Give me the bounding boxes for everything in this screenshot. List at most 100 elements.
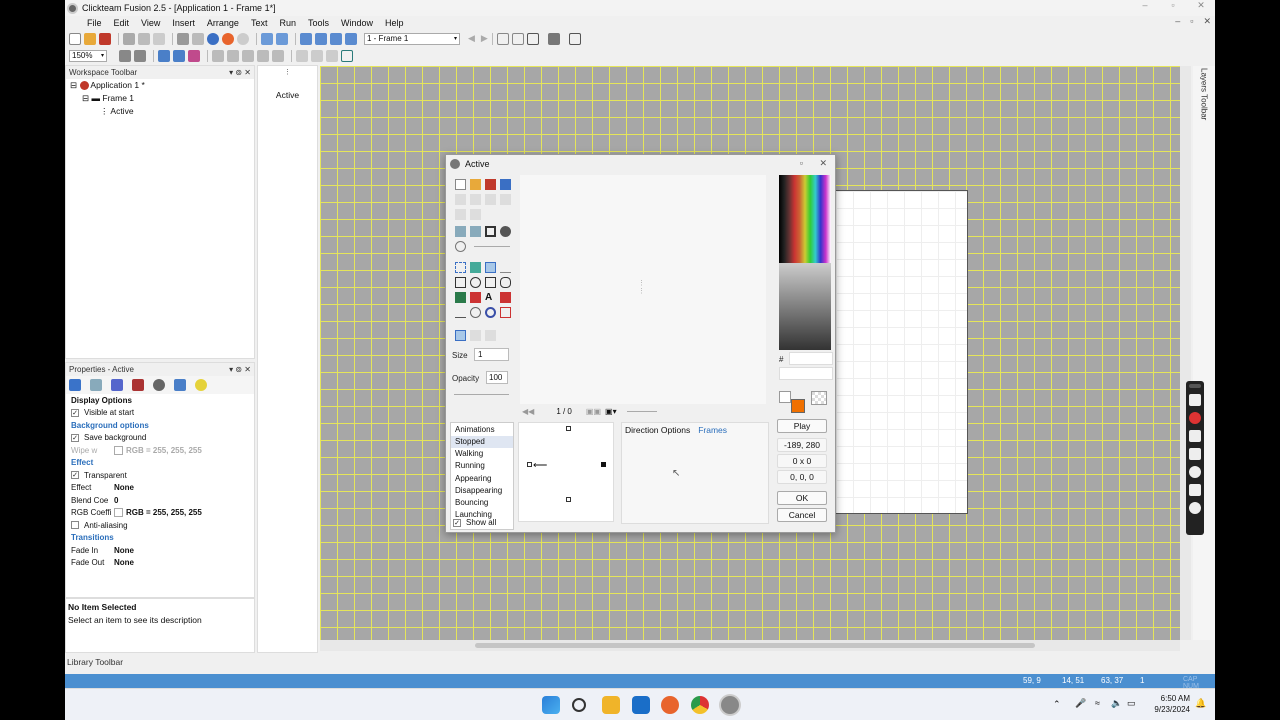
ellipse-icon[interactable] bbox=[470, 277, 481, 288]
transparent-color-icon[interactable] bbox=[470, 307, 481, 318]
fit-icon[interactable] bbox=[341, 49, 353, 62]
shape-icon[interactable] bbox=[500, 307, 511, 318]
prev-frame-icon[interactable]: ◀ bbox=[468, 33, 475, 44]
tray-overflow-icon[interactable]: ⌃ bbox=[1053, 699, 1061, 710]
direction-north-icon[interactable] bbox=[566, 426, 571, 431]
build-icon[interactable] bbox=[568, 32, 581, 45]
snap-icon[interactable] bbox=[173, 49, 185, 62]
frame-area[interactable] bbox=[835, 190, 968, 514]
camera-icon[interactable] bbox=[1189, 394, 1201, 406]
play-button[interactable]: Play bbox=[777, 419, 827, 433]
run-browser-icon[interactable] bbox=[526, 32, 539, 45]
tab-direction-options[interactable]: Direction Options bbox=[625, 425, 690, 435]
checkbox-icon[interactable]: ✓ bbox=[71, 433, 79, 442]
tab-values-icon[interactable] bbox=[174, 379, 186, 391]
save-icon[interactable] bbox=[99, 32, 111, 45]
direction-west-icon[interactable] bbox=[527, 462, 532, 467]
direction-south-icon[interactable] bbox=[566, 497, 571, 502]
color-swatch[interactable] bbox=[114, 508, 123, 518]
property-row[interactable]: Fade Out None bbox=[66, 557, 254, 570]
mdi-close-button[interactable]: ✕ bbox=[1203, 16, 1211, 27]
tab-size-icon[interactable] bbox=[111, 379, 123, 391]
animation-item[interactable]: Walking bbox=[451, 448, 513, 460]
notifications-icon[interactable]: 🔔 bbox=[1195, 698, 1206, 709]
event-editor-icon[interactable] bbox=[300, 32, 312, 45]
animation-item[interactable]: Stopped bbox=[451, 436, 513, 449]
copy-icon[interactable] bbox=[138, 32, 150, 45]
settings-gear-icon[interactable] bbox=[1189, 502, 1201, 514]
mdi-minimize-button[interactable]: – bbox=[1175, 16, 1180, 27]
animation-item[interactable]: Disappearing bbox=[451, 485, 513, 497]
collapse-icon[interactable]: ⊟ bbox=[70, 80, 77, 90]
tab-frames[interactable]: Frames bbox=[698, 425, 727, 435]
property-value[interactable]: 0 bbox=[114, 496, 118, 505]
chrome-icon[interactable] bbox=[691, 696, 709, 714]
horizontal-scrollbar[interactable] bbox=[320, 640, 1180, 651]
property-value[interactable]: None bbox=[114, 558, 134, 567]
tab-movement-icon[interactable] bbox=[132, 379, 144, 391]
checkbox-icon[interactable] bbox=[71, 521, 79, 530]
cut-icon[interactable] bbox=[123, 32, 135, 45]
object-list-icon[interactable] bbox=[345, 32, 357, 45]
panel-controls[interactable]: ▾ ⊚ ✕ bbox=[229, 365, 251, 374]
eyedropper-icon[interactable] bbox=[470, 262, 481, 273]
property-value[interactable]: None bbox=[114, 483, 134, 492]
volume-icon[interactable]: 🔈 bbox=[1111, 698, 1122, 709]
rect-select-icon[interactable] bbox=[455, 262, 466, 273]
close-button[interactable]: ✕ bbox=[1187, 0, 1215, 11]
import-icon[interactable] bbox=[500, 179, 511, 190]
property-row[interactable]: ✓ Save background bbox=[66, 432, 254, 445]
property-row[interactable]: ✓ Visible at start bbox=[66, 407, 254, 420]
tree-item-application[interactable]: ⊟ Application 1 * bbox=[70, 79, 254, 92]
horizontal-scroll-thumb[interactable] bbox=[475, 643, 1035, 648]
firefox-icon[interactable] bbox=[661, 696, 679, 714]
hex-input[interactable] bbox=[789, 352, 833, 365]
show-all-checkbox[interactable]: ✓ Show all bbox=[453, 518, 496, 527]
frame-select[interactable]: 1 - Frame 1 ▾ bbox=[364, 32, 460, 45]
italic-icon[interactable] bbox=[242, 49, 254, 62]
first-frame-icon[interactable]: ◀◀ bbox=[522, 407, 534, 416]
menu-run[interactable]: Run bbox=[279, 18, 296, 28]
eraser-icon[interactable] bbox=[500, 292, 511, 303]
line-icon[interactable] bbox=[500, 262, 511, 273]
screen-icon[interactable] bbox=[1189, 484, 1201, 496]
color-input[interactable] bbox=[779, 367, 833, 380]
align-right-icon[interactable] bbox=[326, 49, 338, 62]
clock-date[interactable]: 9/23/2024 bbox=[1145, 705, 1190, 714]
menu-insert[interactable]: Insert bbox=[172, 18, 195, 28]
redo-icon[interactable] bbox=[192, 32, 204, 45]
menu-window[interactable]: Window bbox=[341, 18, 373, 28]
underline-icon[interactable] bbox=[257, 49, 269, 62]
stop-icon[interactable] bbox=[547, 32, 560, 45]
hotspot-icon[interactable] bbox=[455, 307, 466, 318]
wifi-icon[interactable]: ≈ bbox=[1095, 698, 1100, 708]
menu-edit[interactable]: Edit bbox=[114, 18, 130, 28]
ok-button[interactable]: OK bbox=[777, 491, 827, 505]
property-value[interactable]: RGB = 255, 255, 255 bbox=[126, 446, 202, 455]
property-row[interactable]: Anti-aliasing bbox=[66, 519, 254, 532]
paste-icon[interactable] bbox=[153, 32, 165, 45]
open-icon[interactable] bbox=[84, 32, 96, 45]
hand-icon[interactable] bbox=[119, 49, 131, 62]
active-object-thumb-icon[interactable]: ⋮ bbox=[258, 68, 317, 76]
copy-icon[interactable] bbox=[470, 194, 481, 205]
frame-options-icon[interactable]: ▣▾ bbox=[605, 407, 617, 416]
property-row[interactable]: Wipe w RGB = 255, 255, 255 bbox=[66, 444, 254, 457]
checkbox-icon[interactable]: ✓ bbox=[71, 408, 79, 417]
palette-grays[interactable] bbox=[779, 263, 831, 350]
grid-icon[interactable] bbox=[158, 49, 170, 62]
speaker-icon[interactable] bbox=[1189, 448, 1201, 460]
menu-text[interactable]: Text bbox=[251, 18, 268, 28]
checkbox-icon[interactable]: ✓ bbox=[71, 471, 79, 480]
menu-tools[interactable]: Tools bbox=[308, 18, 329, 28]
frame-editor-icon[interactable] bbox=[276, 32, 288, 45]
action-point-icon[interactable] bbox=[485, 307, 496, 318]
save-image-icon[interactable] bbox=[485, 179, 496, 190]
pencil-icon[interactable] bbox=[134, 49, 146, 62]
align-left-icon[interactable] bbox=[296, 49, 308, 62]
font-icon[interactable] bbox=[212, 49, 224, 62]
add-frame-icon[interactable]: ▣▣ bbox=[586, 407, 601, 416]
storyboard-icon[interactable] bbox=[261, 32, 273, 45]
flip-horizontal-icon[interactable] bbox=[455, 226, 466, 237]
property-value[interactable]: None bbox=[114, 546, 134, 555]
